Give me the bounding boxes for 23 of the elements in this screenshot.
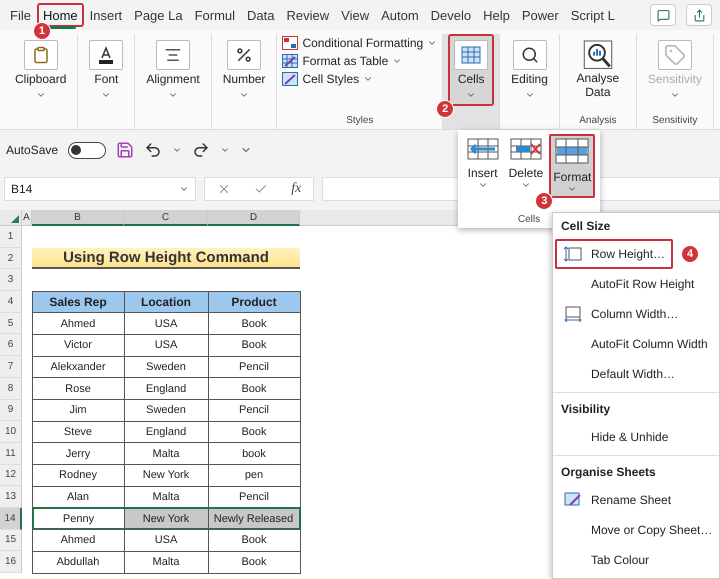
table-cell: Book xyxy=(208,529,300,552)
table-cell: Abdullah xyxy=(32,550,124,574)
sheet-title: Using Row Height Command xyxy=(32,248,300,270)
step-badge: 4 xyxy=(681,245,699,263)
group-label: Styles xyxy=(346,115,374,128)
table-cell: Book xyxy=(208,550,300,574)
autosave-label: AutoSave xyxy=(6,143,58,157)
menu-heading: Organise Sheets xyxy=(560,464,657,481)
column-heading: Product xyxy=(208,290,300,314)
column-heading: Location xyxy=(124,290,208,314)
step-badge: 3 xyxy=(535,192,554,210)
step-badge: 1 xyxy=(32,22,51,40)
menu-heading: Cell Size xyxy=(560,218,612,235)
table-cell: Ahmed xyxy=(32,529,124,552)
menu-heading: Visibility xyxy=(560,401,612,418)
group-label: Sensitivity xyxy=(652,115,698,128)
table-cell: New York xyxy=(124,507,208,530)
group-label: Analysis xyxy=(579,115,616,128)
table-cell: Newly Released xyxy=(208,507,300,530)
column-heading: Sales Rep xyxy=(32,290,124,314)
step-badge: 2 xyxy=(436,100,454,118)
group-label: Cells xyxy=(518,214,540,227)
table-cell: Penny xyxy=(32,507,124,530)
